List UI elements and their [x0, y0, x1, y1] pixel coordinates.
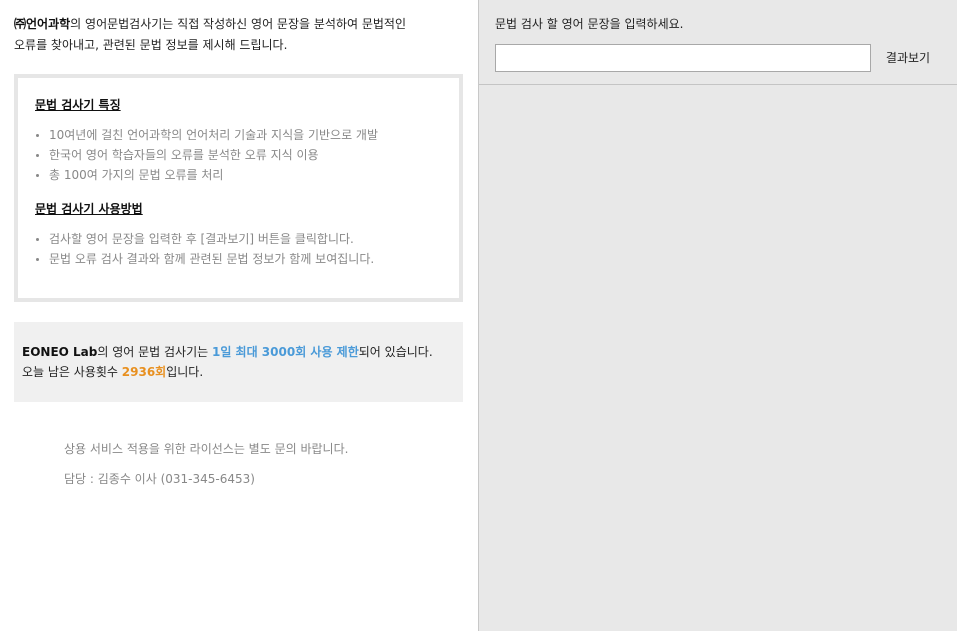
intro-line2: 오류를 찾아내고, 관련된 문법 정보를 제시해 드립니다.: [14, 38, 288, 52]
list-item: 검사할 영어 문장을 입력한 후 [결과보기] 버튼을 클릭합니다.: [35, 229, 374, 249]
lab-name: EONEO Lab: [22, 345, 98, 359]
limit-highlight: 1일 최대 3000회 사용 제한: [211, 345, 359, 359]
bullet-icon: [36, 258, 39, 261]
intro-line1: 의 영어문법검사기는 직접 작성하신 영어 문장을 분석하여 문법적인: [70, 17, 406, 31]
features-title: 문법 검사기 특징: [35, 98, 121, 112]
list-item: 총 100여 가지의 문법 오류를 처리: [35, 165, 378, 185]
remaining-count: 2936회: [121, 365, 167, 379]
bullet-icon: [36, 154, 39, 157]
divider: [479, 84, 957, 85]
list-item: 한국어 영어 학습자들의 오류를 분석한 오류 지식 이용: [35, 145, 378, 165]
bullet-icon: [36, 174, 39, 177]
list-item: 문법 오류 검사 결과와 함께 관련된 문법 정보가 함께 보여집니다.: [35, 249, 374, 269]
info-panel: ㈜언어과학의 영어문법검사기는 직접 작성하신 영어 문장을 분석하여 문법적인…: [0, 0, 478, 631]
input-prompt: 문법 검사 할 영어 문장을 입력하세요.: [495, 17, 684, 31]
usage-limit-box: EONEO Lab의 영어 문법 검사기는 1일 최대 3000회 사용 제한되…: [14, 322, 463, 402]
usage-title: 문법 검사기 사용방법: [35, 202, 143, 216]
company-name: ㈜언어과학: [14, 17, 71, 31]
checker-panel: 문법 검사 할 영어 문장을 입력하세요. 결과보기: [478, 0, 957, 631]
license-note: 상용 서비스 적용을 위한 라이선스는 별도 문의 바랍니다.: [64, 442, 349, 456]
contact-person: 담당 : 김종수 이사 (031-345-6453): [64, 472, 255, 486]
usage-list: 검사할 영어 문장을 입력한 후 [결과보기] 버튼을 클릭합니다. 문법 오류…: [35, 229, 374, 269]
feature-box: 문법 검사기 특징 10여년에 걸친 언어과학의 언어처리 기술과 지식을 기반…: [14, 74, 463, 302]
result-button[interactable]: 결과보기: [879, 47, 937, 69]
bullet-icon: [36, 134, 39, 137]
bullet-icon: [36, 238, 39, 241]
features-list: 10여년에 걸친 언어과학의 언어처리 기술과 지식을 기반으로 개발 한국어 …: [35, 125, 378, 185]
intro-text: ㈜언어과학의 영어문법검사기는 직접 작성하신 영어 문장을 분석하여 문법적인…: [14, 14, 454, 56]
sentence-input[interactable]: [495, 44, 871, 72]
list-item: 10여년에 걸친 언어과학의 언어처리 기술과 지식을 기반으로 개발: [35, 125, 378, 145]
